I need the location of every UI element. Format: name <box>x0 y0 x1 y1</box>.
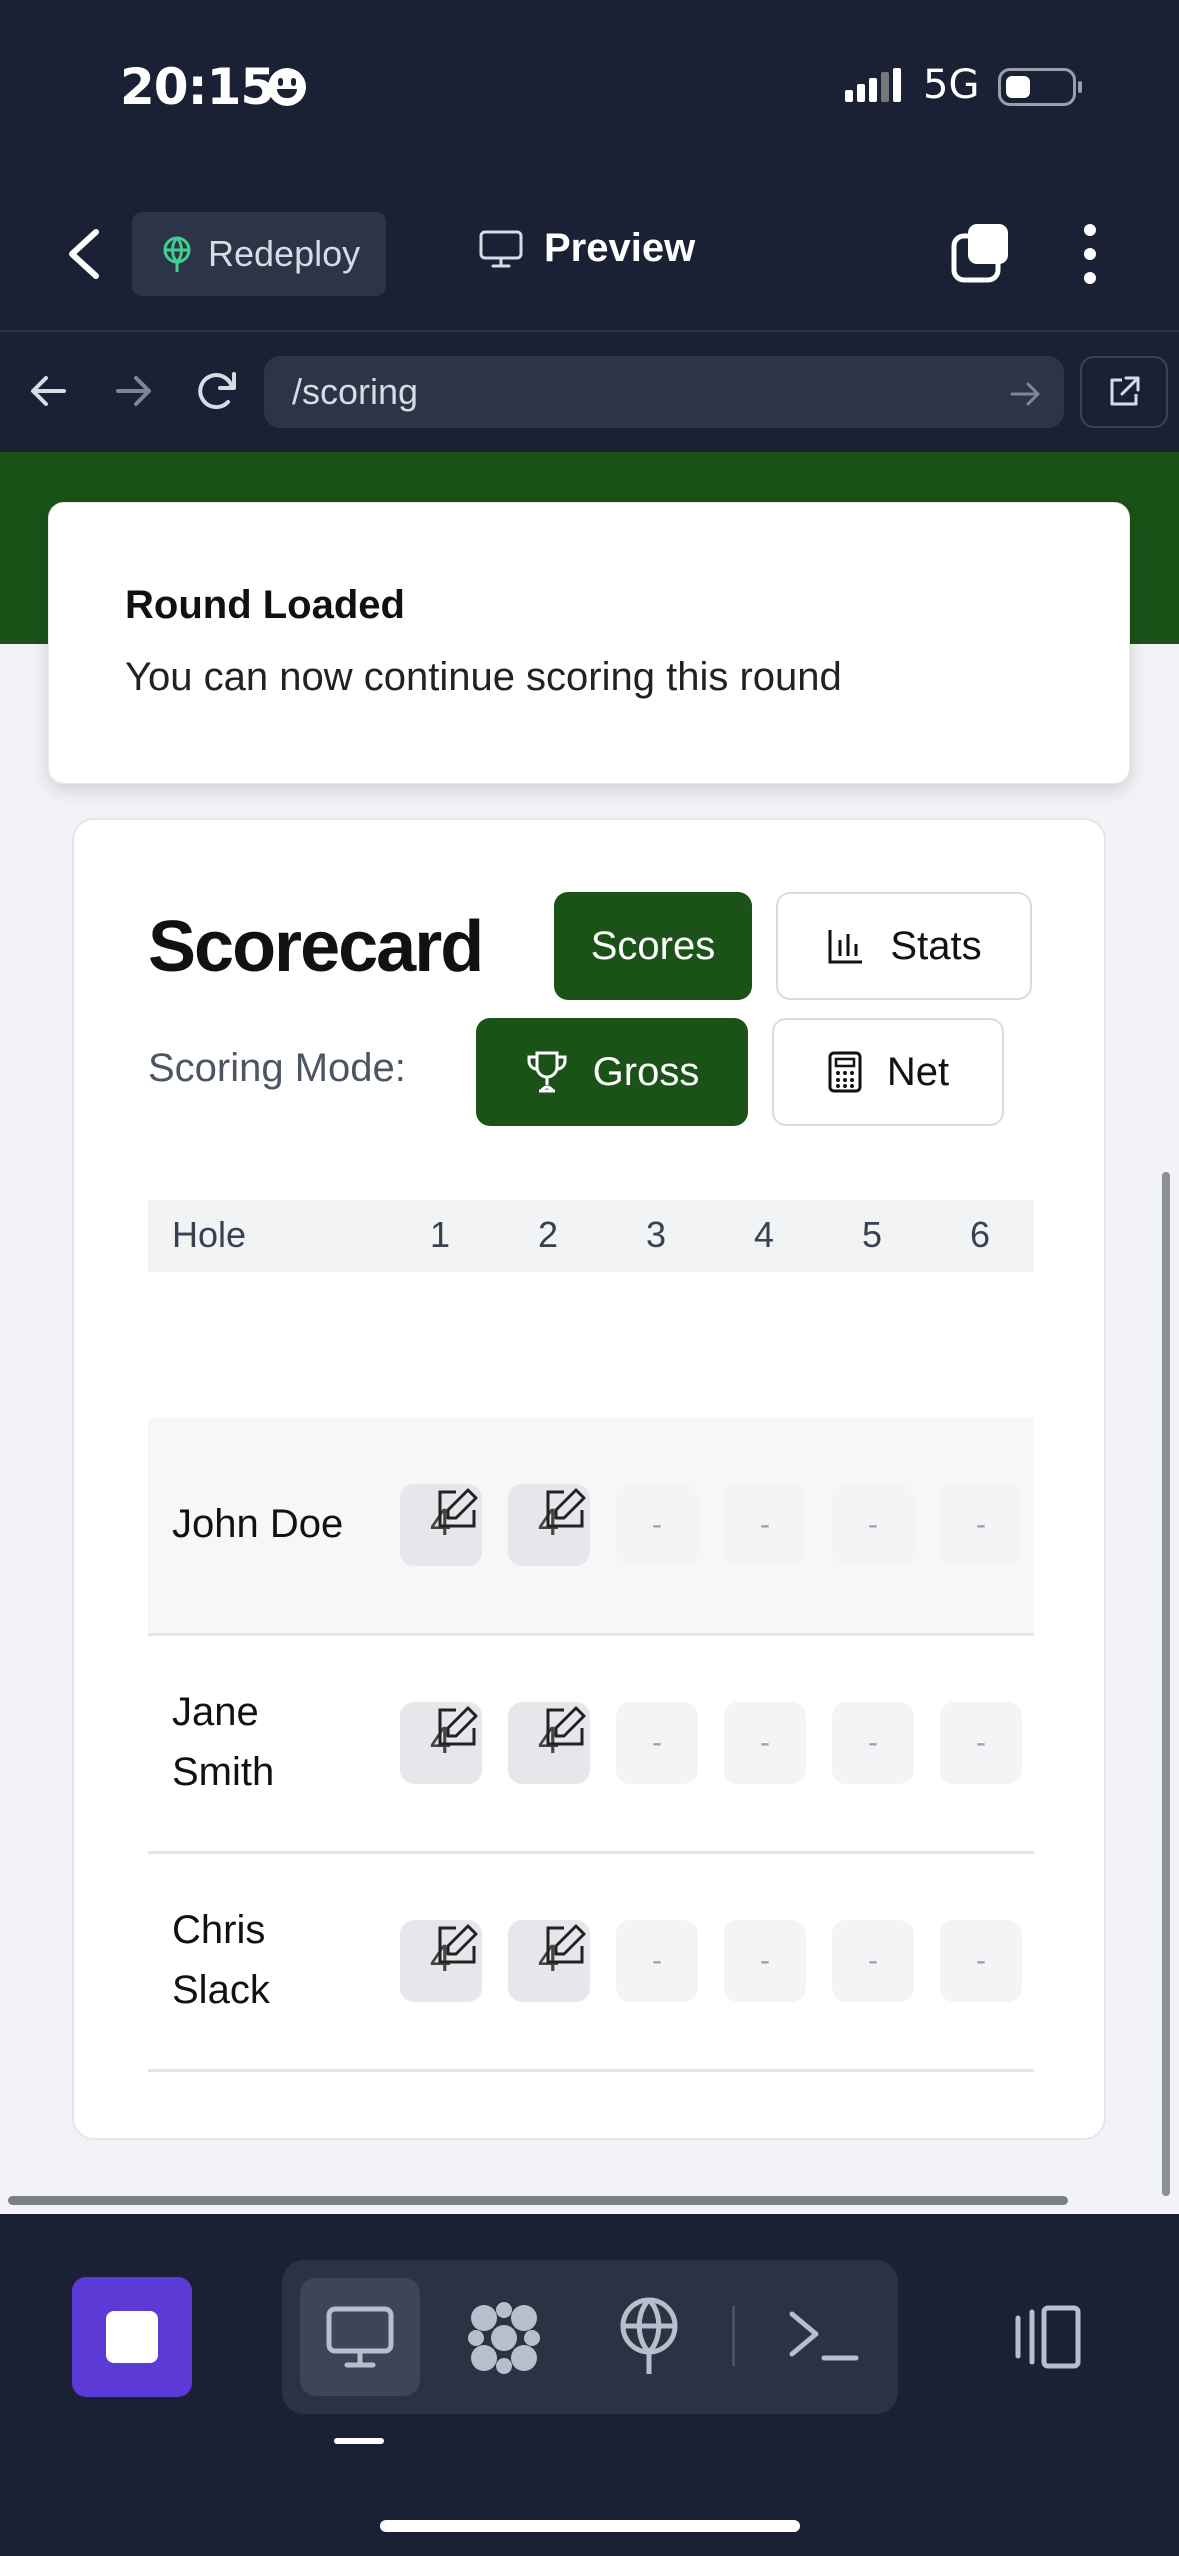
edit-icon <box>438 1706 478 1746</box>
deploy-icon <box>163 236 191 272</box>
hole-column-header: Hole <box>172 1214 247 1255</box>
preview-label: Preview <box>544 226 696 270</box>
gross-mode-button[interactable]: Gross <box>476 1018 748 1126</box>
scorecard-table-header: Hole 1 2 3 4 5 6 <box>148 1200 1034 1272</box>
url-input[interactable]: /scoring <box>264 356 1064 428</box>
score-cell[interactable]: - <box>724 1484 806 1566</box>
net-mode-button[interactable]: Net <box>772 1018 1004 1126</box>
player-name: Chris Slack <box>172 1908 270 2012</box>
score-cell[interactable]: - <box>616 1920 698 2002</box>
score-cell[interactable]: 4 <box>400 1702 482 1784</box>
preview-tab[interactable]: Preview <box>478 226 695 271</box>
toolbar-divider <box>732 2306 735 2366</box>
home-indicator[interactable] <box>380 2520 800 2532</box>
status-time: 20:15 <box>120 58 275 116</box>
hole-number: 1 <box>430 1214 451 1255</box>
edit-icon <box>438 1488 478 1528</box>
edit-icon <box>546 1706 586 1746</box>
score-cell[interactable]: - <box>724 1702 806 1784</box>
hole-number: 6 <box>970 1214 991 1255</box>
player-row: John Doe 4 4 - - - - <box>148 1418 1034 1636</box>
reload-icon[interactable] <box>192 366 242 416</box>
score-cell[interactable]: 4 <box>400 1920 482 2002</box>
toast-message: You can now continue scoring this round <box>125 655 842 699</box>
gross-mode-label: Gross <box>592 1049 700 1094</box>
web-viewport: Round Loaded You can now continue scorin… <box>0 452 1179 2214</box>
stats-tab-label: Stats <box>890 923 982 968</box>
player-row: Chris Slack 4 4 - - - - <box>148 1854 1034 2072</box>
score-cell[interactable]: 4 <box>508 1702 590 1784</box>
redeploy-button[interactable]: Redeploy <box>132 212 386 296</box>
score-cell[interactable]: - <box>724 1920 806 2002</box>
score-cell[interactable]: - <box>832 1484 914 1566</box>
stats-tab[interactable]: Stats <box>776 892 1032 1000</box>
preview-view-button[interactable] <box>300 2278 420 2396</box>
player-name: John Doe <box>172 1502 344 1546</box>
external-link-icon <box>1110 376 1140 406</box>
monitor-icon <box>479 230 523 267</box>
score-cell[interactable]: - <box>940 1920 1022 2002</box>
score-cell[interactable]: 4 <box>508 1920 590 2002</box>
deploy-icon[interactable] <box>614 2296 684 2376</box>
score-cell[interactable]: - <box>940 1484 1022 1566</box>
battery-icon <box>998 68 1082 106</box>
scorecard-card: Scorecard Scores Stats Scoring Mode: Gro… <box>72 818 1106 2140</box>
hole-number: 5 <box>862 1214 883 1255</box>
hole-number: 2 <box>538 1214 559 1255</box>
browser-back-icon[interactable] <box>24 366 74 416</box>
hole-number: 3 <box>646 1214 667 1255</box>
score-cell[interactable]: - <box>616 1702 698 1784</box>
edit-icon <box>546 1924 586 1964</box>
more-options-icon[interactable] <box>1078 222 1102 286</box>
score-cell[interactable]: 4 <box>508 1484 590 1566</box>
bar-chart-icon <box>828 930 863 964</box>
open-external-button[interactable] <box>1080 356 1168 428</box>
score-cell[interactable]: - <box>616 1484 698 1566</box>
hole-number: 4 <box>754 1214 775 1255</box>
vertical-scrollbar[interactable] <box>1162 1172 1170 2196</box>
smiley-icon <box>268 68 306 106</box>
player-row: Jane Smith 4 4 - - - - <box>148 1636 1034 1854</box>
net-mode-label: Net <box>886 1049 950 1094</box>
score-cell[interactable]: - <box>832 1920 914 2002</box>
score-cell[interactable]: - <box>940 1702 1022 1784</box>
signal-icon <box>845 68 901 102</box>
scores-tab[interactable]: Scores <box>554 892 752 1000</box>
monitor-icon <box>326 2306 394 2368</box>
player-name: Jane Smith <box>172 1690 275 1794</box>
apps-grid-icon[interactable] <box>466 2300 542 2376</box>
trophy-icon <box>527 1051 567 1093</box>
scorecard-title: Scorecard <box>148 907 484 987</box>
horizontal-scrollbar[interactable] <box>8 2196 1068 2205</box>
stop-button[interactable] <box>72 2277 192 2397</box>
redeploy-label: Redeploy <box>208 233 361 274</box>
scoring-mode-label: Scoring Mode: <box>148 1046 406 1090</box>
calculator-icon <box>828 1051 862 1093</box>
tabs-switcher-icon[interactable] <box>950 222 1012 284</box>
toast-title: Round Loaded <box>125 583 405 627</box>
back-chevron-icon[interactable] <box>62 226 106 282</box>
toast-notification: Round Loaded You can now continue scorin… <box>48 502 1130 784</box>
edit-icon <box>438 1924 478 1964</box>
layout-split-icon[interactable] <box>1010 2304 1082 2370</box>
score-cell[interactable]: 4 <box>400 1484 482 1566</box>
network-type: 5G <box>923 62 980 108</box>
edit-icon <box>546 1488 586 1528</box>
go-arrow-icon[interactable] <box>1006 374 1046 414</box>
browser-forward-icon[interactable] <box>108 366 158 416</box>
scores-tab-label: Scores <box>590 923 716 968</box>
terminal-icon[interactable] <box>786 2306 862 2366</box>
active-tab-indicator <box>334 2438 384 2444</box>
score-cell[interactable]: - <box>832 1702 914 1784</box>
